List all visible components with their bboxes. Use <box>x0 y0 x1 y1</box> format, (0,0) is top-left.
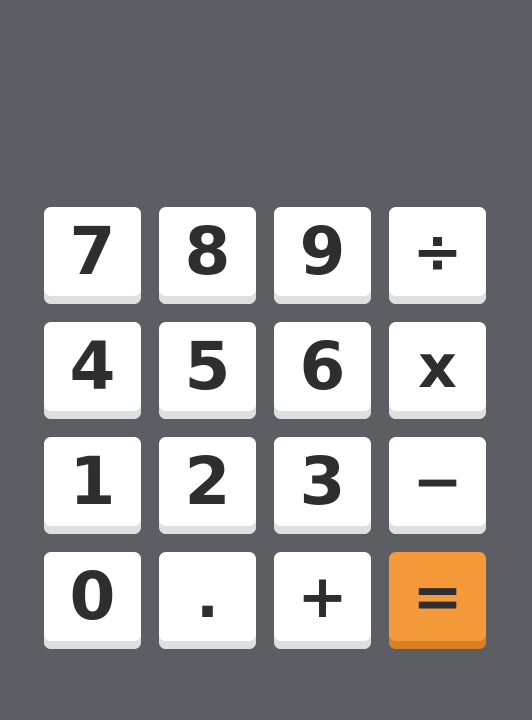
key-label: 5 <box>184 327 231 405</box>
plus-icon: + <box>297 561 348 632</box>
key-label: 0 <box>69 557 116 635</box>
decimal-button[interactable]: . <box>159 552 256 649</box>
key-4[interactable]: 4 <box>44 322 141 419</box>
key-2[interactable]: 2 <box>159 437 256 534</box>
multiply-icon: x <box>418 331 457 402</box>
key-5[interactable]: 5 <box>159 322 256 419</box>
key-label: 9 <box>299 212 346 290</box>
key-1[interactable]: 1 <box>44 437 141 534</box>
subtract-button[interactable]: − <box>389 437 486 534</box>
calculator-keypad: 7 8 9 ÷ 4 5 6 x 1 2 3 − 0 . + = <box>44 207 487 649</box>
key-label: 3 <box>299 442 346 520</box>
divide-icon: ÷ <box>412 216 463 287</box>
minus-icon: − <box>412 446 463 517</box>
multiply-button[interactable]: x <box>389 322 486 419</box>
add-button[interactable]: + <box>274 552 371 649</box>
divide-button[interactable]: ÷ <box>389 207 486 304</box>
key-6[interactable]: 6 <box>274 322 371 419</box>
key-label: 2 <box>184 442 231 520</box>
key-9[interactable]: 9 <box>274 207 371 304</box>
key-0[interactable]: 0 <box>44 552 141 649</box>
equals-icon: = <box>412 561 463 632</box>
key-3[interactable]: 3 <box>274 437 371 534</box>
key-7[interactable]: 7 <box>44 207 141 304</box>
key-label: 7 <box>69 212 116 290</box>
key-label: 1 <box>69 442 116 520</box>
key-label: 8 <box>184 212 231 290</box>
decimal-point-icon: . <box>196 562 219 632</box>
key-label: 6 <box>299 327 346 405</box>
key-label: 4 <box>69 327 116 405</box>
calculator-display <box>0 0 532 200</box>
key-8[interactable]: 8 <box>159 207 256 304</box>
equals-button[interactable]: = <box>389 552 486 649</box>
